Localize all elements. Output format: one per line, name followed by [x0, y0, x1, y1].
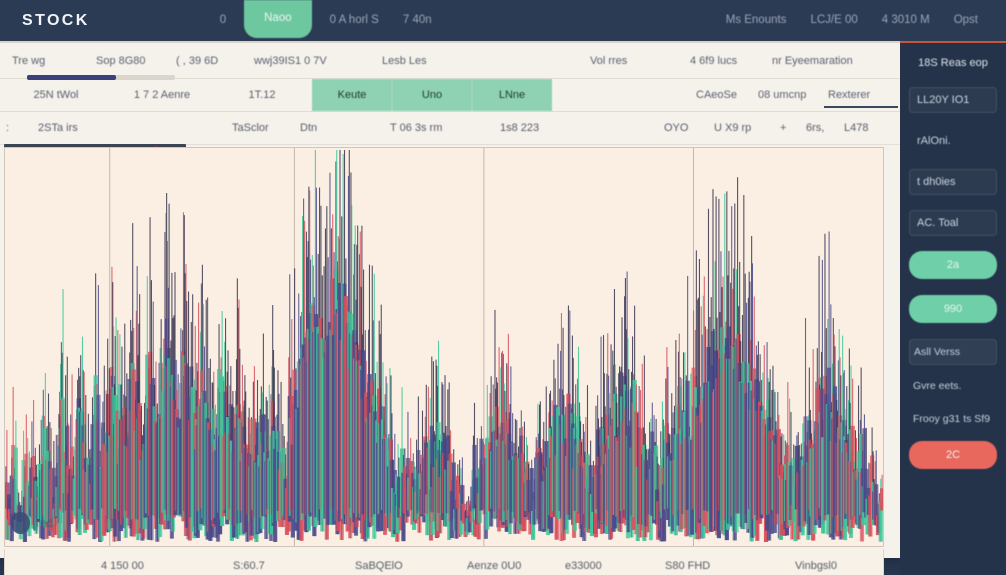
header-nav-item-active[interactable]: Naoo [244, 0, 312, 38]
toolbar-primary: Tre wg Sop 8G80 ( , 39 6D wwj39IS1 0 7V … [0, 43, 903, 79]
brand-logo: STOCK [22, 11, 90, 29]
metric-2: TaSclor [232, 122, 269, 134]
x-tick-0: 4 150 00 [101, 559, 144, 572]
header-right-item-2[interactable]: 4 3010 M [870, 0, 942, 41]
sidebar-field-2[interactable]: t dh0ies [909, 169, 997, 195]
toolbar-right-tab-1[interactable]: 08 umcnp [758, 89, 806, 101]
metric-7: U X9 rp [714, 122, 752, 134]
header-nav-item-3[interactable]: 7 40n [391, 0, 444, 41]
stock-dashboard: STOCK 0 Naoo 0 A horl S 7 40n Ms Enounts… [0, 0, 1006, 575]
sidebar-row-2[interactable]: Frooy g31 ts Sf9 [909, 407, 997, 431]
metric-3: Dtn [300, 122, 318, 134]
active-tab-underline [824, 106, 898, 108]
watermark-label: red [36, 516, 54, 530]
tab-4-active[interactable]: Uno [392, 79, 472, 111]
header-right-item-1[interactable]: LCJ/E 00 [798, 0, 869, 41]
watermark-circle-icon [11, 512, 30, 534]
metric-6: OYO [664, 122, 689, 134]
toolbar-label-3[interactable]: wwj39IS1 0 7V [254, 55, 327, 67]
sidebar-row-1[interactable]: Gvre eets. [909, 374, 997, 398]
sidebar-field-1[interactable]: rAlOni. [909, 128, 997, 154]
x-tick-1: S:60.7 [233, 559, 265, 572]
toolbar-right-tab-0[interactable]: CAeoSe [696, 89, 737, 101]
sidebar-field-3[interactable]: AC. Toal [909, 210, 997, 236]
x-tick-2: SaBQElO [355, 559, 403, 572]
metric-8: + [780, 122, 787, 134]
toolbar-right-tab-2[interactable]: Rexterer [828, 89, 870, 101]
metric-5: 1s8 223 [500, 122, 540, 134]
candlestick-chart[interactable]: red [4, 147, 884, 547]
chart-canvas[interactable] [5, 148, 883, 546]
sidebar-row-0[interactable]: Asll Verss [909, 339, 997, 365]
toolbar-label-2[interactable]: ( , 39 6D [176, 55, 218, 67]
tab-0[interactable]: 25N tWol [0, 79, 112, 111]
metrics-strip: : 2STa irs TaSclor Dtn T 06 3s rm 1s8 22… [0, 112, 903, 153]
toolbar-label-7[interactable]: nr Eyeemaration [772, 55, 853, 67]
metric-1: 2STa irs [38, 122, 78, 134]
sidebar-danger-button[interactable]: 2C [909, 441, 997, 469]
toolbar-label-0[interactable]: Tre wg [12, 55, 45, 67]
x-tick-6: Vinbgsl0 [795, 559, 837, 572]
sidebar-primary-button[interactable]: 2a [909, 251, 997, 279]
chart-watermark: red [11, 512, 53, 534]
toolbar-label-5[interactable]: Vol rres [590, 55, 627, 67]
header-right-item-3[interactable]: Opst [942, 0, 990, 41]
toolbar-tabs: 25N tWol 1 7 2 Aenre 1T.12 Keute Uno LNn… [0, 75, 903, 112]
header-nav: 0 Naoo 0 A horl S 7 40n [208, 0, 714, 41]
x-tick-3: Aenze 0U0 [467, 559, 522, 572]
x-tick-4: e33000 [565, 559, 602, 572]
metric-10: L478 [844, 122, 869, 134]
metric-4: T 06 3s rm [390, 122, 443, 134]
app-header: STOCK 0 Naoo 0 A horl S 7 40n Ms Enounts… [0, 0, 1006, 41]
metric-0: : [6, 122, 10, 134]
chart-x-axis: 4 150 00 S:60.7 SaBQElO Aenze 0U0 e33000… [4, 549, 884, 575]
header-right-item-0[interactable]: Ms Enounts [714, 0, 799, 41]
right-sidebar: 18S Reas eop LL20Y IO1 rAlOni. t dh0ies … [900, 41, 1006, 575]
main-panel: Tre wg Sop 8G80 ( , 39 6D wwj39IS1 0 7V … [0, 41, 903, 575]
sidebar-secondary-button[interactable]: 990 [909, 295, 997, 323]
sidebar-field-0[interactable]: LL20Y IO1 [909, 87, 997, 113]
metric-9: 6rs, [806, 122, 825, 134]
toolbar-label-4[interactable]: Lesb Les [382, 55, 427, 67]
header-nav-item-2[interactable]: 0 A horl S [318, 0, 391, 41]
header-nav-item-0[interactable]: 0 [208, 0, 238, 41]
toolbar-label-1[interactable]: Sop 8G80 [96, 55, 146, 67]
header-nav-right: Ms Enounts LCJ/E 00 4 3010 M Opst [714, 0, 990, 41]
toolbar-label-6[interactable]: 4 6f9 lucs [690, 55, 737, 67]
sidebar-title: 18S Reas eop [918, 57, 988, 69]
tab-2[interactable]: 1T.12 [212, 79, 312, 111]
tab-1[interactable]: 1 7 2 Aenre [112, 79, 212, 111]
x-tick-5: S80 FHD [665, 559, 711, 572]
tab-5-active[interactable]: LNne [472, 79, 552, 111]
tab-group: 25N tWol 1 7 2 Aenre 1T.12 Keute Uno LNn… [0, 79, 552, 111]
tab-3-active[interactable]: Keute [312, 79, 392, 111]
